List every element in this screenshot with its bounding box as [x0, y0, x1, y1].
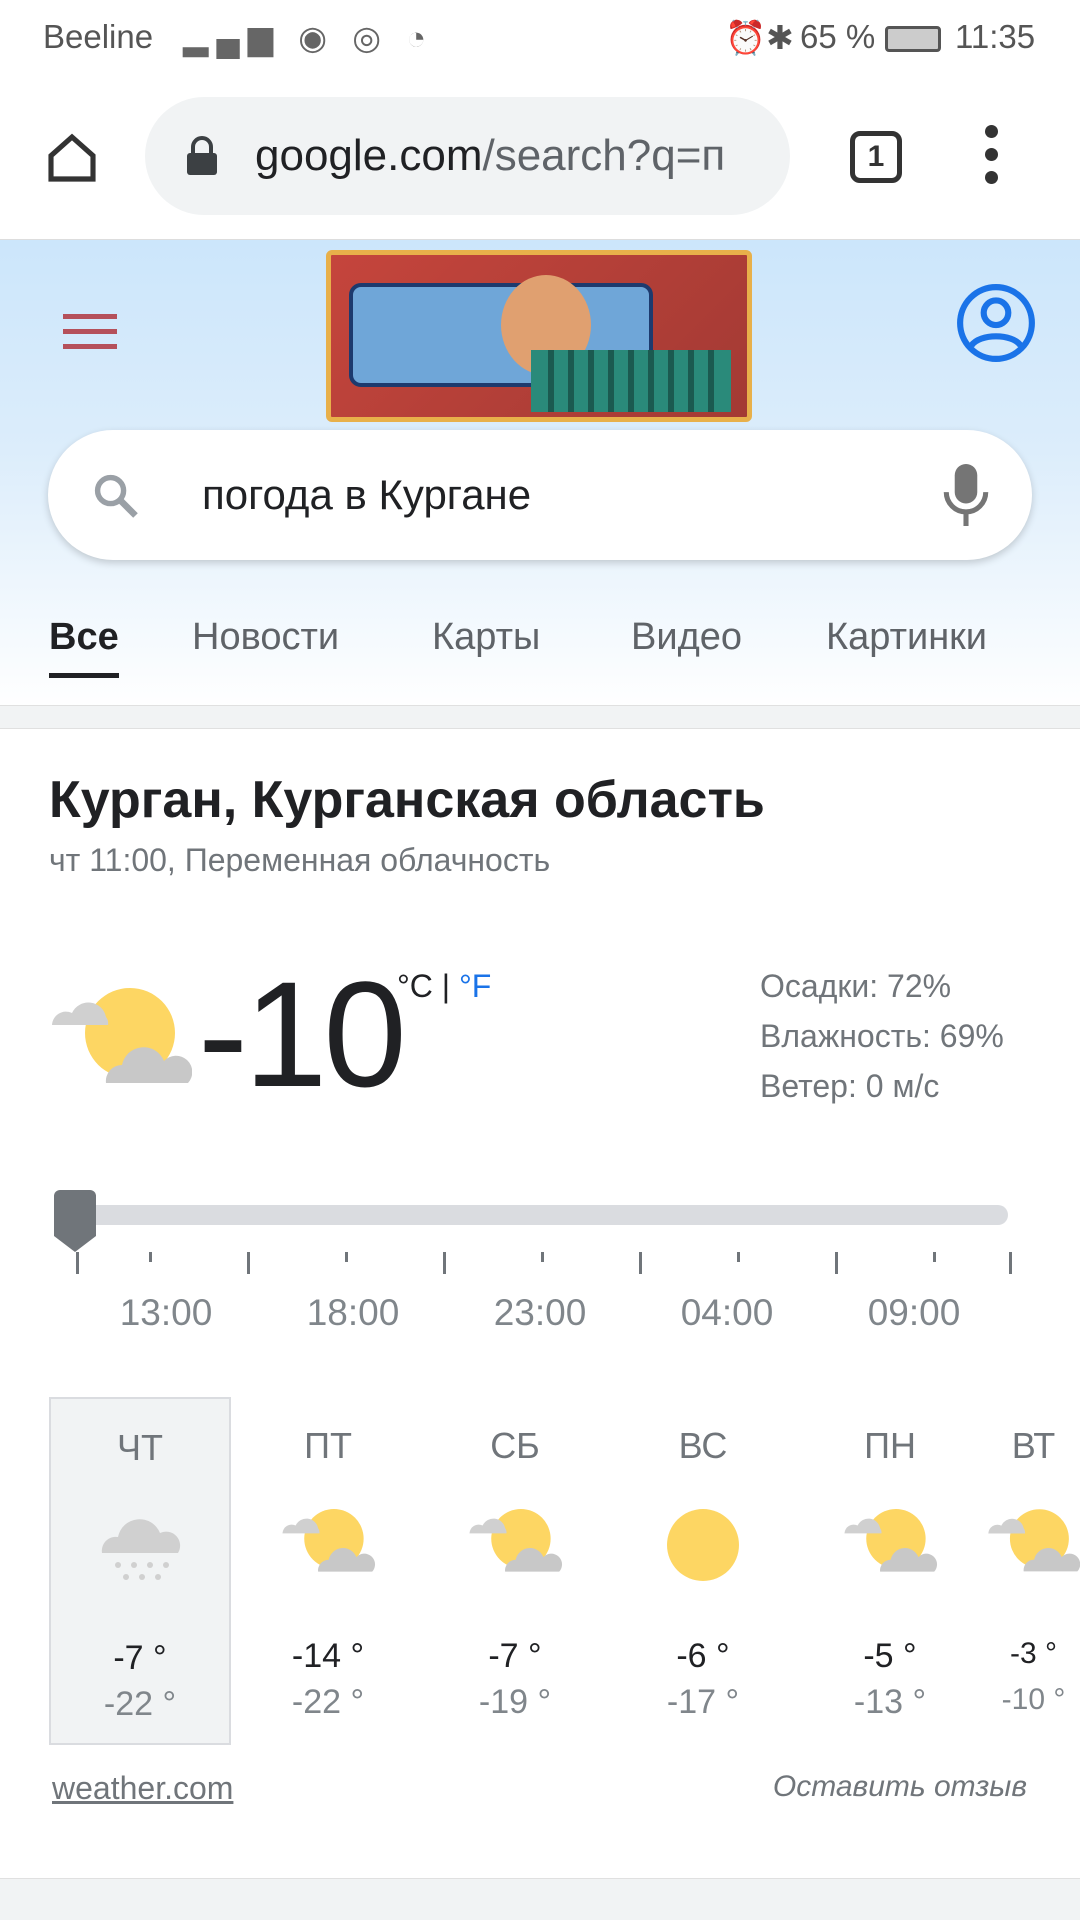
snow-cloud-icon	[51, 1509, 229, 1585]
day-name: СБ	[490, 1425, 540, 1466]
humidity: Влажность: 69%	[760, 1018, 1004, 1054]
tick-mark	[345, 1252, 348, 1262]
tab-maps[interactable]: Карты	[432, 616, 540, 659]
lock-icon	[187, 136, 217, 175]
hour-slider-track[interactable]	[55, 1205, 1008, 1225]
partly-cloudy-icon	[237, 1507, 419, 1573]
doodle-artwork	[349, 275, 731, 412]
url-host: google.com	[255, 131, 483, 180]
clock: 11:35	[955, 18, 1036, 55]
tick-mark	[1009, 1252, 1012, 1274]
tick-mark	[149, 1252, 152, 1262]
tab-all[interactable]: Все	[49, 616, 119, 659]
low-temp: -19 °	[478, 1683, 552, 1721]
time-label: 18:00	[306, 1292, 400, 1333]
unit-fahrenheit[interactable]: °F	[459, 968, 491, 1004]
alarm-icon: ⏰✱	[725, 19, 794, 56]
notification-icons: ▂▄▆ ◉ ◎ ◔	[183, 19, 435, 56]
active-tab-indicator	[49, 673, 119, 678]
status-bar: Beeline ▂▄▆ ◉ ◎ ◔ ⏰✱ 65 % 11:35	[0, 0, 1080, 75]
divider	[0, 705, 1080, 729]
time-label: 23:00	[493, 1292, 587, 1333]
day-name: ПН	[864, 1425, 916, 1466]
tick-mark	[737, 1252, 740, 1262]
unit-celsius[interactable]: °C	[397, 968, 433, 1004]
tick-mark	[76, 1252, 79, 1274]
url-path: /search?q=п	[482, 131, 726, 180]
menu-icon[interactable]	[985, 125, 999, 184]
high-temp: -5 °	[863, 1637, 917, 1675]
partly-cloudy-icon	[52, 988, 192, 1083]
day-name: ВТ	[1011, 1425, 1056, 1466]
tick-mark	[933, 1252, 936, 1262]
current-temperature: -10	[198, 950, 407, 1118]
high-temp: -14 °	[291, 1637, 365, 1675]
wind: Ветер: 0 м/с	[760, 1068, 940, 1104]
time-label: 13:00	[119, 1292, 213, 1333]
forecast-day[interactable]: ПН -5 ° -13 °	[799, 1397, 981, 1745]
account-avatar-icon[interactable]	[955, 282, 1037, 364]
day-name: ПТ	[304, 1425, 352, 1466]
tick-mark	[247, 1252, 250, 1274]
time-label: 04:00	[680, 1292, 774, 1333]
tab-news[interactable]: Новости	[192, 616, 339, 659]
unit-switch: °C | °F	[397, 968, 491, 1005]
unit-separator: |	[441, 968, 451, 1004]
tab-video[interactable]: Видео	[631, 616, 742, 659]
forecast-day[interactable]: ВС -6 ° -17 °	[612, 1397, 794, 1745]
battery-percent: 65 %	[800, 18, 876, 55]
microphone-icon[interactable]	[943, 464, 989, 526]
feedback-link[interactable]: Оставить отзыв	[773, 1770, 1027, 1804]
forecast-day[interactable]: ПТ -14 ° -22 °	[237, 1397, 419, 1745]
precipitation: Осадки: 72%	[760, 968, 952, 1004]
low-temp: -13 °	[853, 1683, 927, 1721]
forecast-day[interactable]: ВТ -3 ° -10 °	[987, 1397, 1080, 1745]
forecast-day[interactable]: СБ -7 ° -19 °	[424, 1397, 606, 1745]
browser-toolbar: google.com/search?q=п 1	[0, 75, 1080, 240]
day-name: ВС	[678, 1425, 728, 1466]
time-label: 09:00	[867, 1292, 961, 1333]
day-name: ЧТ	[117, 1427, 163, 1468]
high-temp: -7 °	[488, 1637, 542, 1675]
tick-mark	[443, 1252, 446, 1274]
search-query[interactable]: погода в Кургане	[202, 471, 531, 519]
search-icon	[94, 474, 138, 518]
tick-mark	[541, 1252, 544, 1262]
source-link[interactable]: weather.com	[52, 1770, 233, 1807]
divider	[0, 1878, 1080, 1920]
weather-location: Курган, Курганская область	[49, 771, 765, 829]
tick-mark	[835, 1252, 838, 1274]
high-temp: -6 °	[676, 1637, 730, 1675]
low-temp: -22 °	[291, 1683, 365, 1721]
partly-cloudy-icon	[424, 1507, 606, 1573]
carrier: Beeline	[43, 18, 154, 55]
high-temp: -7 °	[113, 1639, 167, 1677]
partly-cloudy-icon	[987, 1507, 1080, 1573]
home-icon[interactable]	[44, 130, 100, 186]
url-bar[interactable]: google.com/search?q=п	[145, 97, 790, 215]
tab-images[interactable]: Картинки	[826, 616, 987, 659]
partly-cloudy-icon	[799, 1507, 981, 1573]
low-temp: -22 °	[103, 1685, 177, 1723]
low-temp: -17 °	[666, 1683, 740, 1721]
forecast-day[interactable]: ЧТ -7 ° -22 °	[49, 1397, 231, 1745]
low-temp: -10 °	[1001, 1683, 1066, 1716]
tab-switcher-button[interactable]: 1	[850, 131, 902, 183]
search-box[interactable]: погода в Кургане	[48, 430, 1032, 560]
weather-subtitle: чт 11:00, Переменная облачность	[49, 842, 551, 878]
hour-slider-handle[interactable]	[50, 1190, 100, 1254]
battery-icon	[885, 26, 941, 52]
high-temp: -3 °	[1009, 1637, 1057, 1670]
hamburger-menu-icon[interactable]	[63, 314, 117, 349]
sunny-icon	[612, 1507, 794, 1583]
tick-mark	[639, 1252, 642, 1274]
google-doodle-logo[interactable]	[326, 250, 752, 422]
